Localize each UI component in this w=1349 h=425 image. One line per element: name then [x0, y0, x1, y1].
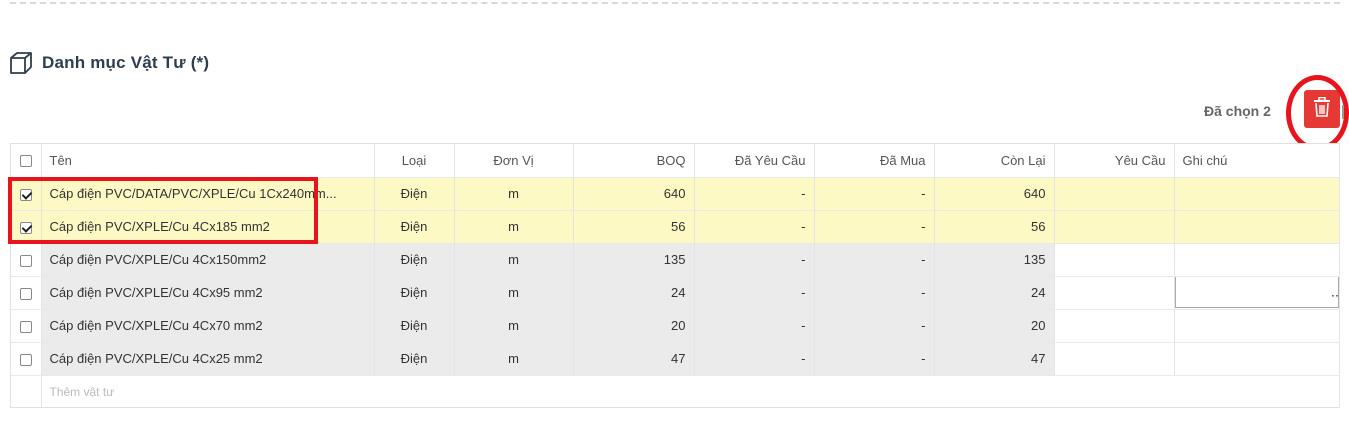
cell-remaining: 24	[934, 276, 1055, 310]
cell-note[interactable]	[1174, 243, 1340, 277]
cell-boq: 47	[573, 342, 695, 376]
table-header: Tên Loại Đơn Vị BOQ Đã Yêu Cầu Đã Mua Cò…	[11, 144, 1340, 178]
divider-mark	[1342, 105, 1344, 119]
add-item-row: Thêm vật tư	[11, 375, 1340, 408]
cell-note[interactable]	[1174, 276, 1340, 310]
cell-remaining: 20	[934, 309, 1055, 343]
cell-type: Điện	[374, 309, 455, 343]
col-note[interactable]: Ghi chú	[1174, 144, 1340, 178]
cell-remaining: 47	[934, 342, 1055, 376]
cell-boq: 56	[573, 210, 695, 244]
row-checkbox[interactable]	[11, 342, 42, 376]
cell-type: Điện	[374, 210, 455, 244]
cell-purchased: -	[814, 210, 935, 244]
cell-note[interactable]	[1174, 177, 1340, 211]
row-checkbox[interactable]	[11, 309, 42, 343]
cell-requested: -	[694, 210, 815, 244]
cell-type: Điện	[374, 342, 455, 376]
cell-unit: m	[454, 210, 574, 244]
col-remaining[interactable]: Còn Lại	[934, 144, 1055, 178]
cell-boq: 640	[573, 177, 695, 211]
cell-purchased: -	[814, 276, 935, 310]
cell-type: Điện	[374, 177, 455, 211]
add-material-input[interactable]: Thêm vật tư	[41, 375, 1340, 408]
cell-requested: -	[694, 243, 815, 277]
cell-unit: m	[454, 309, 574, 343]
cell-name: Cáp điện PVC/XPLE/Cu 4Cx150mm2	[41, 243, 375, 277]
col-unit[interactable]: Đơn Vị	[454, 144, 574, 178]
cell-name: Cáp điện PVC/XPLE/Cu 4Cx25 mm2	[41, 342, 375, 376]
cell-unit: m	[454, 177, 574, 211]
cell-request[interactable]	[1054, 342, 1175, 376]
cell-note[interactable]	[1174, 309, 1340, 343]
cell-request[interactable]	[1054, 243, 1175, 277]
section-title: Danh mục Vật Tư (*)	[42, 53, 210, 72]
col-boq[interactable]: BOQ	[573, 144, 695, 178]
table-row[interactable]: Cáp điện PVC/XPLE/Cu 4Cx25 mm2 Điện m 47…	[11, 342, 1340, 376]
section-header: Danh mục Vật Tư (*)	[8, 50, 209, 76]
col-name[interactable]: Tên	[41, 144, 375, 178]
cell-boq: 135	[573, 243, 695, 277]
cell-remaining: 640	[934, 177, 1055, 211]
cell-requested: -	[694, 342, 815, 376]
cell-type: Điện	[374, 276, 455, 310]
cube-icon	[8, 50, 34, 76]
table-row[interactable]: Cáp điện PVC/XPLE/Cu 4Cx150mm2 Điện m 13…	[11, 243, 1340, 277]
selected-count: Đã chọn 2	[1204, 103, 1271, 119]
annotation-box	[8, 177, 318, 244]
cell-type: Điện	[374, 243, 455, 277]
select-all-checkbox[interactable]	[11, 144, 42, 178]
cell-note[interactable]	[1174, 342, 1340, 376]
section-divider	[10, 0, 1340, 4]
cell-requested: -	[694, 177, 815, 211]
cell-boq: 24	[573, 276, 695, 310]
row-checkbox[interactable]	[11, 243, 42, 277]
cell-purchased: -	[814, 243, 935, 277]
col-purchased[interactable]: Đã Mua	[814, 144, 935, 178]
cell-unit: m	[454, 342, 574, 376]
note-input[interactable]	[1174, 276, 1338, 308]
col-request[interactable]: Yêu Cầu	[1054, 144, 1175, 178]
cell-request[interactable]	[1054, 210, 1175, 244]
cell-request[interactable]	[1054, 177, 1175, 211]
table-row[interactable]: Cáp điện PVC/XPLE/Cu 4Cx95 mm2 Điện m 24…	[11, 276, 1340, 310]
cell-purchased: -	[814, 309, 935, 343]
row-checkbox[interactable]	[11, 276, 42, 310]
cell-remaining: 135	[934, 243, 1055, 277]
col-type[interactable]: Loại	[374, 144, 455, 178]
cell-purchased: -	[814, 342, 935, 376]
cell-request[interactable]	[1054, 309, 1175, 343]
cell-purchased: -	[814, 177, 935, 211]
cell-unit: m	[454, 243, 574, 277]
cell-unit: m	[454, 276, 574, 310]
annotation-circle	[1286, 75, 1349, 151]
cell-remaining: 56	[934, 210, 1055, 244]
cell-requested: -	[694, 309, 815, 343]
col-requested[interactable]: Đã Yêu Cầu	[694, 144, 815, 178]
table-row[interactable]: Cáp điện PVC/XPLE/Cu 4Cx70 mm2 Điện m 20…	[11, 309, 1340, 343]
cell-note[interactable]	[1174, 210, 1340, 244]
cell-request[interactable]	[1054, 276, 1175, 310]
cell-requested: -	[694, 276, 815, 310]
cell-name: Cáp điện PVC/XPLE/Cu 4Cx70 mm2	[41, 309, 375, 343]
cell-name: Cáp điện PVC/XPLE/Cu 4Cx95 mm2	[41, 276, 375, 310]
add-row-spacer	[11, 375, 42, 408]
cell-boq: 20	[573, 309, 695, 343]
